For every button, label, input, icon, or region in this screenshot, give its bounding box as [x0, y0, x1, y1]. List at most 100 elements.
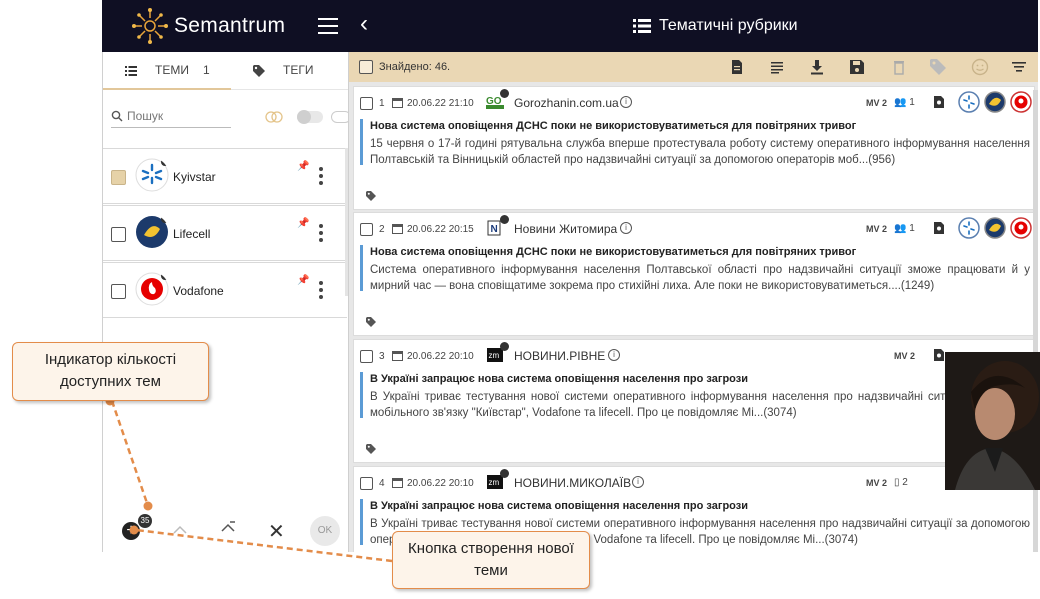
- vodafone-logo-icon: [135, 272, 169, 306]
- news-title[interactable]: Нова система оповіщення ДСНС поки не вик…: [370, 246, 856, 258]
- app-screenshot: { "app": { "brand": "Semantrum", "page_t…: [0, 0, 1040, 599]
- tag-icon[interactable]: [366, 191, 378, 201]
- row-number: 3: [379, 351, 385, 362]
- pin-icon[interactable]: 📌: [297, 275, 309, 286]
- more-options-icon[interactable]: [319, 224, 323, 242]
- chevron-up-icon[interactable]: [172, 522, 188, 538]
- mv-indicator: MV 2: [866, 98, 888, 108]
- topic-name: Kyivstar: [173, 170, 216, 184]
- topic-item-vodafone[interactable]: Vodafone 📌: [103, 262, 347, 318]
- more-options-icon[interactable]: [319, 167, 323, 185]
- news-card[interactable]: 2 20.06.22 20:15 N Новини Житомира i MV …: [353, 212, 1035, 336]
- source-name[interactable]: НОВИНИ.МИКОЛАЇВ: [514, 476, 631, 490]
- tag-icon[interactable]: [929, 58, 947, 76]
- people-count: 👥 1: [894, 97, 915, 108]
- ok-button[interactable]: OK: [310, 516, 340, 546]
- news-card[interactable]: 3 20.06.22 20:10 zm НОВИНИ.РІВНЕ i MV 2 …: [353, 339, 1035, 463]
- document-icon[interactable]: [729, 59, 745, 75]
- topic-checkbox[interactable]: [111, 170, 126, 185]
- accent-bar: [360, 245, 363, 291]
- row-checkbox[interactable]: [360, 97, 373, 110]
- row-checkbox[interactable]: [360, 350, 373, 363]
- tab-topics-count: 1: [203, 63, 210, 77]
- available-topics-badge: 35: [138, 514, 152, 528]
- document-icon[interactable]: [934, 222, 944, 234]
- svg-text:N: N: [491, 224, 498, 235]
- sentiment-icon[interactable]: [971, 58, 989, 76]
- source-name[interactable]: Gorozhanin.com.ua: [514, 96, 619, 110]
- calendar-icon: [392, 98, 403, 108]
- verified-icon: [500, 215, 509, 224]
- semantrum-logo-icon: [132, 8, 168, 44]
- document-icon[interactable]: [934, 349, 944, 361]
- pin-icon[interactable]: 📌: [297, 161, 309, 172]
- download-icon[interactable]: [809, 59, 825, 75]
- info-icon[interactable]: i: [620, 96, 632, 108]
- document-icon[interactable]: [934, 96, 944, 108]
- source-name[interactable]: НОВИНИ.РІВНЕ: [514, 349, 605, 363]
- news-title[interactable]: В Україні запрацює нова система оповіщен…: [370, 500, 748, 512]
- topic-checkbox[interactable]: [111, 227, 126, 242]
- move-up-icon[interactable]: [220, 520, 236, 538]
- news-title[interactable]: Нова система оповіщення ДСНС поки не вик…: [370, 120, 856, 132]
- sort-filter-icon[interactable]: [1011, 59, 1027, 75]
- top-bar: Semantrum ‹ Тематичні рубрики: [102, 0, 1038, 52]
- row-number: 2: [379, 224, 385, 235]
- row-checkbox[interactable]: [360, 477, 373, 490]
- row-checkbox[interactable]: [360, 223, 373, 236]
- select-all-checkbox[interactable]: [359, 60, 373, 74]
- mv-indicator: MV 2: [894, 351, 916, 361]
- calendar-icon: [392, 351, 403, 361]
- close-icon[interactable]: ✕: [268, 519, 285, 544]
- results-panel: Знайдено: 46. 1 20.06.22 21:10 GO Gorozh…: [348, 52, 1038, 552]
- source-name[interactable]: Новини Житомира: [514, 222, 617, 236]
- news-datetime: 20.06.22 20:10: [407, 478, 474, 489]
- brand-name: Semantrum: [174, 14, 286, 37]
- panel-tabs: ТЕМИ 1 ТЕГИ: [103, 52, 349, 90]
- tag-icon[interactable]: [366, 317, 378, 327]
- news-title[interactable]: В Україні запрацює нова система оповіщен…: [370, 373, 748, 385]
- topic-name: Lifecell: [173, 227, 211, 241]
- topic-item-lifecell[interactable]: Lifecell 📌: [103, 205, 347, 261]
- topic-item-kyivstar[interactable]: Kyivstar 📌: [103, 148, 347, 204]
- mv-indicator: MV 2: [866, 478, 888, 488]
- news-snippet: Система оперативного інформування населе…: [370, 264, 1030, 292]
- news-card[interactable]: 1 20.06.22 21:10 GO Gorozhanin.com.ua i …: [353, 86, 1035, 210]
- accent-bar: [360, 499, 363, 545]
- active-tab-indicator: [103, 88, 231, 90]
- presenter-video-frame: [945, 352, 1040, 490]
- topics-panel: ТЕМИ 1 ТЕГИ Пошук Kyivstar 📌 Lifecell 📌 …: [102, 52, 351, 552]
- news-snippet: 15 червня о 17-й годині рятувальна служб…: [370, 138, 1030, 166]
- info-icon[interactable]: i: [620, 222, 632, 234]
- results-toolbar: Знайдено: 46.: [349, 52, 1038, 82]
- lifecell-logo-icon: [136, 215, 169, 248]
- tag-icon[interactable]: [366, 444, 378, 454]
- topic-checkbox[interactable]: [111, 284, 126, 299]
- svg-text:zm: zm: [489, 351, 500, 360]
- news-datetime: 20.06.22 20:10: [407, 351, 474, 362]
- intersect-rings-icon[interactable]: [265, 111, 283, 123]
- news-snippet: В Україні триває тестування нової систем…: [370, 391, 1030, 419]
- topic-name: Vodafone: [173, 284, 224, 298]
- news-datetime: 20.06.22 20:15: [407, 224, 474, 235]
- add-topic-button[interactable]: +: [122, 522, 140, 540]
- news-datetime: 20.06.22 21:10: [407, 98, 474, 109]
- tab-topics[interactable]: ТЕМИ: [155, 63, 189, 77]
- mv-indicator: MV 2: [866, 224, 888, 234]
- back-chevron-icon[interactable]: ‹: [360, 12, 368, 36]
- list-icon: [125, 66, 137, 76]
- menu-icon[interactable]: [318, 18, 338, 34]
- delete-icon[interactable]: [891, 59, 907, 75]
- pin-icon[interactable]: 📌: [297, 218, 309, 229]
- info-icon[interactable]: i: [632, 476, 644, 488]
- more-options-icon[interactable]: [319, 281, 323, 299]
- text-lines-icon[interactable]: [769, 59, 785, 75]
- info-icon[interactable]: i: [608, 349, 620, 361]
- search-input[interactable]: Пошук: [111, 108, 231, 128]
- tab-tags[interactable]: ТЕГИ: [283, 63, 313, 77]
- verified-icon: [500, 342, 509, 351]
- save-icon[interactable]: [849, 59, 865, 75]
- people-count: 👥 1: [894, 223, 915, 234]
- filter-toggle[interactable]: [297, 110, 323, 124]
- accent-bar: [360, 372, 363, 418]
